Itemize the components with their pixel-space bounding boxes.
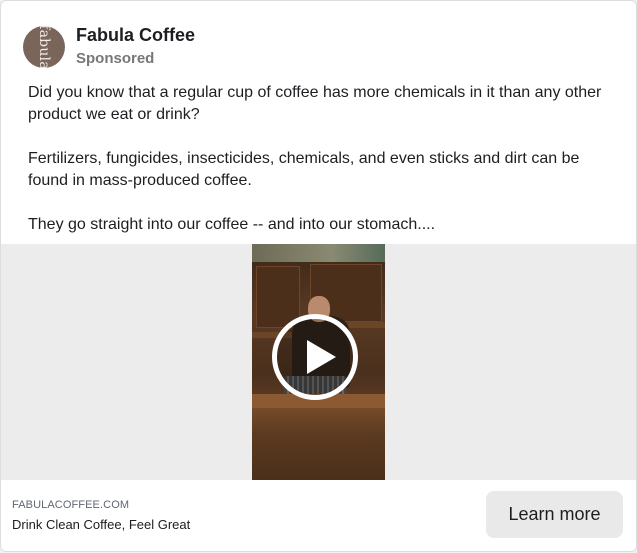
post-body-paragraph: They go straight into our coffee -- and … [28, 216, 436, 233]
post-body-paragraph: Fertilizers, fungicides, insecticides, c… [28, 150, 580, 189]
avatar-logo-text: fabula [36, 25, 52, 68]
post-body: Did you know that a regular cup of coffe… [28, 82, 608, 258]
post-header-names: Fabula Coffee Sponsored [76, 24, 195, 69]
play-icon [307, 340, 336, 374]
play-button[interactable] [272, 314, 358, 400]
video-player[interactable] [252, 244, 385, 480]
video-scene-window [252, 244, 385, 262]
video-scene-desk [252, 404, 385, 480]
sponsored-post-card: fabula Fabula Coffee Sponsored Did you k… [0, 0, 637, 552]
media-area [1, 244, 636, 480]
link-footer[interactable]: FABULACOFFEE.COM Drink Clean Coffee, Fee… [1, 480, 636, 551]
link-domain: FABULACOFFEE.COM [12, 499, 130, 511]
page-name[interactable]: Fabula Coffee [76, 24, 195, 46]
video-scene-shelf [348, 322, 385, 328]
learn-more-button[interactable]: Learn more [486, 491, 623, 538]
sponsored-label[interactable]: Sponsored [76, 49, 195, 69]
avatar[interactable]: fabula [23, 25, 65, 68]
link-headline[interactable]: Drink Clean Coffee, Feel Great [12, 517, 190, 532]
post-body-paragraph: Did you know that a regular cup of coffe… [28, 84, 602, 123]
post-header: fabula Fabula Coffee Sponsored [23, 24, 195, 69]
